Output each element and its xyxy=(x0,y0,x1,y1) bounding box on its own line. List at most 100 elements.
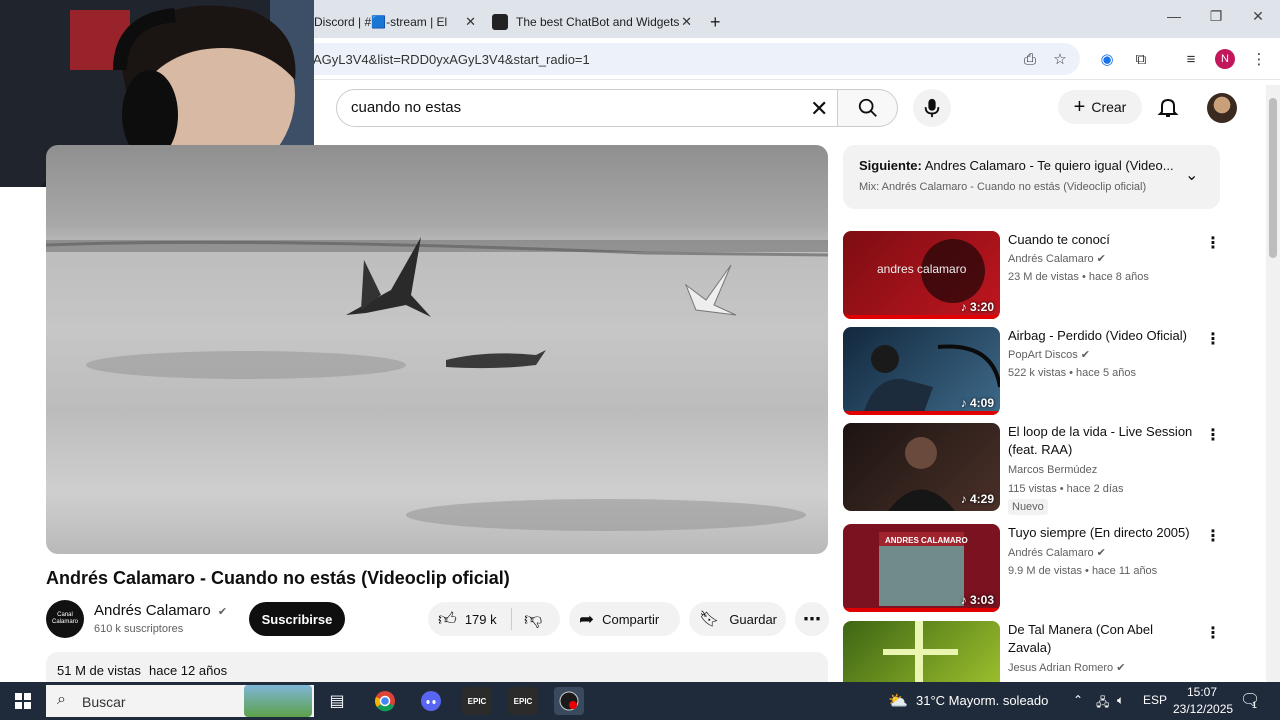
discord-icon[interactable] xyxy=(416,687,446,715)
search-input[interactable] xyxy=(351,99,791,116)
speaker-icon[interactable]: 🔈︎ xyxy=(1117,693,1124,708)
video-thumbnail[interactable]: ♪ 4:29 xyxy=(843,423,1000,511)
rec-title[interactable]: De Tal Manera (Con Abel Zavala) xyxy=(1008,621,1198,657)
rec-meta: 9.9 M de vistas • hace 11 años xyxy=(1008,565,1158,577)
clock-date[interactable]: 23/12/2025 xyxy=(1173,702,1233,716)
search-icon xyxy=(858,98,877,117)
more-options-icon[interactable]: ⋮ xyxy=(1205,329,1221,349)
tab-chatbot[interactable]: The best ChatBot and Widgets ✕ xyxy=(484,6,700,38)
more-actions-icon[interactable]: ⋯ xyxy=(795,602,829,636)
video-frame xyxy=(46,237,828,531)
bell-icon xyxy=(1157,98,1179,117)
channel-name-link[interactable]: Andrés Calamaro ✔ xyxy=(94,602,227,619)
notification-icon[interactable]: 🗨 xyxy=(1240,690,1260,710)
search-box[interactable] xyxy=(336,89,838,127)
tab-close-icon[interactable]: ✕ xyxy=(681,14,692,30)
recommendation-item[interactable]: De Tal Manera (Con Abel Zavala) Jesus Ad… xyxy=(843,621,1223,682)
rec-channel[interactable]: PopArt Discos ✔ xyxy=(1008,348,1090,361)
chevron-up-icon[interactable]: ⌃ xyxy=(1073,693,1083,707)
more-options-icon[interactable]: ⋮ xyxy=(1205,623,1221,643)
extension-audio-icon[interactable]: ◉ xyxy=(1097,49,1117,69)
share-button[interactable]: ➦ Compartir xyxy=(569,602,680,636)
clear-search-icon[interactable]: ✕ xyxy=(810,96,828,122)
browser-menu-icon[interactable]: ⋮ xyxy=(1249,49,1269,69)
minimize-icon[interactable]: — xyxy=(1154,8,1194,24)
network-icon[interactable]: 🖧 xyxy=(1096,693,1109,714)
up-next-line: Siguiente: Andres Calamaro - Te quiero i… xyxy=(859,158,1179,173)
rec-meta: 23 M de vistas • hace 8 años xyxy=(1008,271,1149,283)
mix-title: Mix: Andrés Calamaro - Cuando no estás (… xyxy=(859,181,1147,193)
rec-title[interactable]: El loop de la vida - Live Session (feat.… xyxy=(1008,423,1198,459)
voice-search-button[interactable] xyxy=(913,89,951,127)
chevron-down-icon[interactable]: ⌄ xyxy=(1185,165,1198,185)
video-player[interactable] xyxy=(46,145,828,554)
verified-icon: ✔ xyxy=(1096,547,1106,559)
save-button[interactable]: 🔖︎ Guardar xyxy=(689,602,786,636)
obs-icon[interactable] xyxy=(554,687,584,715)
bookmark-icon: 🔖︎ xyxy=(699,611,720,628)
profile-avatar[interactable]: N xyxy=(1215,49,1235,69)
rec-meta: 115 vistas • hace 2 días xyxy=(1008,483,1124,495)
recommendation-item[interactable]: andres calamaro ♪ 3:20 Cuando te conocí … xyxy=(843,231,1223,321)
search-highlight-image xyxy=(244,685,312,717)
install-app-icon[interactable]: ⎙ xyxy=(1020,49,1040,69)
new-tab-button[interactable]: + xyxy=(710,6,721,38)
channel-avatar[interactable]: Canal Calamaro xyxy=(46,600,84,638)
watched-progress-bar xyxy=(843,411,1000,415)
weather-text[interactable]: 31°C Mayorm. soleado xyxy=(916,693,1048,708)
video-thumbnail[interactable]: ♪ 4:09 xyxy=(843,327,1000,415)
notifications-button[interactable] xyxy=(1156,95,1180,124)
maximize-icon[interactable]: ❐ xyxy=(1196,8,1236,25)
duration-badge: ♪ 4:29 xyxy=(960,492,994,506)
more-options-icon[interactable]: ⋮ xyxy=(1205,425,1221,445)
save-label: Guardar xyxy=(729,611,778,627)
like-button[interactable]: 👍︎ 179 k xyxy=(428,608,512,630)
verified-icon: ✔ xyxy=(1096,253,1106,265)
close-window-icon[interactable]: ✕ xyxy=(1238,8,1278,25)
chrome-icon[interactable] xyxy=(370,687,400,715)
new-badge: Nuevo xyxy=(1008,499,1048,515)
rec-channel[interactable]: Marcos Bermúdez xyxy=(1008,464,1097,476)
subscribe-button[interactable]: Suscribirse xyxy=(249,602,345,636)
rec-title[interactable]: Cuando te conocí xyxy=(1008,231,1198,249)
search-button[interactable] xyxy=(838,89,898,127)
windows-start-icon[interactable] xyxy=(8,687,38,715)
recommendation-item[interactable]: ♪ 4:29 El loop de la vida - Live Session… xyxy=(843,423,1223,518)
clock-time[interactable]: 15:07 xyxy=(1187,685,1217,699)
page-scrollbar[interactable] xyxy=(1266,85,1280,682)
duration-badge: ♪ 3:20 xyxy=(960,300,994,314)
scrollbar-thumb[interactable] xyxy=(1269,98,1277,258)
tab-close-icon[interactable]: ✕ xyxy=(465,14,476,30)
tab-discord[interactable]: Discord | #🟦-stream | El ✕ xyxy=(314,6,484,38)
rec-title[interactable]: Tuyo siempre (En directo 2005) xyxy=(1008,524,1198,542)
extensions-puzzle-icon[interactable]: ⧉ xyxy=(1131,49,1151,69)
recommendation-item[interactable]: ANDRES CALAMARO ♪ 3:03 Tuyo siempre (En … xyxy=(843,524,1223,614)
media-queue-icon[interactable]: ≡ xyxy=(1181,49,1201,69)
like-count: 179 k xyxy=(464,611,497,627)
epic-games-icon[interactable]: EPIC xyxy=(462,687,492,715)
taskbar-search[interactable]: ⌕ Buscar xyxy=(46,685,314,717)
svg-text:andres calamaro: andres calamaro xyxy=(877,262,967,276)
rec-channel[interactable]: Jesus Adrian Romero ✔ xyxy=(1008,661,1125,674)
language-indicator[interactable]: ESP xyxy=(1143,693,1167,707)
create-button[interactable]: + Crear xyxy=(1058,90,1142,124)
account-avatar[interactable] xyxy=(1207,93,1237,123)
dislike-button[interactable]: 👎︎ xyxy=(512,608,542,630)
up-next-label: Siguiente: xyxy=(859,158,922,173)
video-thumbnail[interactable]: ANDRES CALAMARO ♪ 3:03 xyxy=(843,524,1000,612)
recommendation-item[interactable]: ♪ 4:09 Airbag - Perdido (Video Oficial) … xyxy=(843,327,1223,417)
more-options-icon[interactable]: ⋮ xyxy=(1205,233,1221,253)
weather-sun-icon[interactable]: ⛅ xyxy=(888,691,908,711)
rec-channel[interactable]: Andrés Calamaro ✔ xyxy=(1008,252,1106,265)
bookmark-star-icon[interactable]: ☆ xyxy=(1050,49,1070,69)
up-next-panel[interactable]: Siguiente: Andres Calamaro - Te quiero i… xyxy=(843,145,1220,209)
video-thumbnail[interactable]: andres calamaro ♪ 3:20 xyxy=(843,231,1000,319)
epic-games-icon-2[interactable]: EPIC xyxy=(508,687,538,715)
rec-channel[interactable]: Andrés Calamaro ✔ xyxy=(1008,546,1106,559)
share-arrow-icon: ➦ xyxy=(579,608,595,629)
video-thumbnail[interactable] xyxy=(843,621,1000,682)
rec-title[interactable]: Airbag - Perdido (Video Oficial) xyxy=(1008,327,1198,345)
more-options-icon[interactable]: ⋮ xyxy=(1205,526,1221,546)
task-view-icon[interactable]: ▤ xyxy=(322,687,352,715)
url-text[interactable]: AGyL3V4&list=RDD0yxAGyL3V4&start_radio=1 xyxy=(313,52,590,67)
